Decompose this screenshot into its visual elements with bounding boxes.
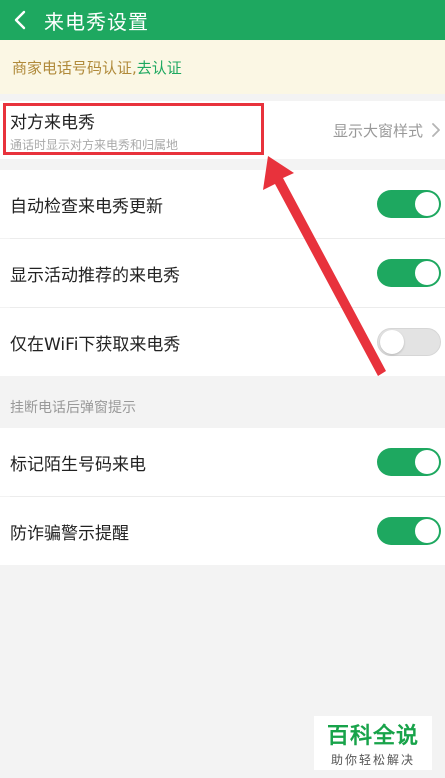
setting-row-auto-update: 自动检查来电秀更新	[0, 170, 445, 238]
wifi-only-toggle[interactable]	[377, 328, 441, 356]
watermark-main: 百科全说	[326, 724, 419, 749]
verify-link[interactable]: 去认证	[137, 57, 182, 78]
toggle-knob	[415, 519, 439, 543]
setting-row-fraud-alert: 防诈骗警示提醒	[0, 497, 445, 565]
watermark-sub: 助你轻松解决	[330, 753, 415, 767]
caller-show-subtitle: 通话时显示对方来电秀和归属地	[10, 137, 179, 152]
fraud-alert-toggle[interactable]	[377, 517, 441, 545]
setting-label: 仅在WiFi下获取来电秀	[10, 334, 181, 355]
setting-row-activity: 显示活动推荐的来电秀	[0, 239, 445, 307]
setting-label: 显示活动推荐的来电秀	[10, 265, 180, 286]
setting-label: 自动检查来电秀更新	[10, 196, 163, 217]
setting-label: 标记陌生号码来电	[10, 454, 146, 475]
setting-label: 防诈骗警示提醒	[10, 523, 129, 544]
verification-banner: 商家电话号码认证, 去认证	[0, 40, 445, 94]
caller-show-row[interactable]: 对方来电秀 通话时显示对方来电秀和归属地 显示大窗样式	[0, 101, 445, 159]
caller-show-value: 显示大窗样式	[332, 121, 423, 140]
caller-show-title: 对方来电秀	[10, 112, 95, 133]
toggle-knob	[415, 192, 439, 216]
chevron-right-icon	[431, 122, 441, 138]
activity-recommend-toggle[interactable]	[377, 259, 441, 287]
mark-stranger-toggle[interactable]	[377, 448, 441, 476]
watermark-logo: 百科全说 助你轻松解决	[314, 716, 432, 770]
app-header: 来电秀设置	[0, 0, 445, 40]
chevron-left-icon[interactable]	[0, 0, 40, 40]
banner-text: 商家电话号码认证,	[12, 58, 137, 77]
toggle-knob	[415, 261, 439, 285]
page-title: 来电秀设置	[44, 9, 149, 34]
setting-row-mark-stranger: 标记陌生号码来电	[0, 428, 445, 496]
toggle-knob	[380, 330, 404, 354]
setting-row-wifi: 仅在WiFi下获取来电秀	[0, 308, 445, 376]
toggle-knob	[415, 450, 439, 474]
section-label: 挂断电话后弹窗提示	[10, 400, 136, 416]
auto-update-toggle[interactable]	[377, 190, 441, 218]
